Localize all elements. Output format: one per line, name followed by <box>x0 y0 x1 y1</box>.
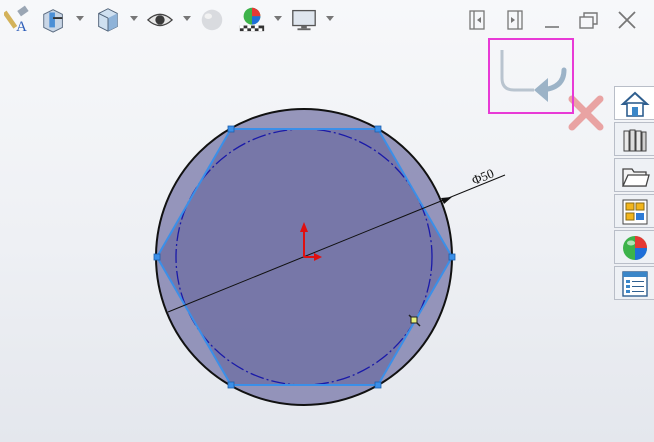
panel-left-icon[interactable] <box>464 8 490 32</box>
section-view-icon[interactable] <box>40 4 68 34</box>
custom-properties-icon <box>622 271 648 297</box>
view-palette-icon <box>622 199 648 225</box>
file-explorer-icon <box>621 168 650 187</box>
restore-icon[interactable] <box>576 8 602 32</box>
task-pane-tab-design-library[interactable] <box>614 122 654 156</box>
hide-show-eye-icon[interactable] <box>146 4 174 34</box>
diameter-dimension-text[interactable]: Φ50 <box>470 165 496 187</box>
cancel-x-icon[interactable] <box>568 95 604 131</box>
minimize-icon[interactable] <box>540 8 566 32</box>
task-pane-tab-custom-properties[interactable] <box>614 266 654 300</box>
hide-show-dropdown-icon[interactable] <box>183 16 191 22</box>
task-pane-tab-appearances[interactable] <box>614 230 654 264</box>
panel-right-icon[interactable] <box>502 8 528 32</box>
smart-dimension-icon[interactable]: A <box>4 4 32 34</box>
design-library-icon <box>623 129 647 152</box>
appearances-icon <box>623 236 647 260</box>
view-orientation-dropdown-icon[interactable] <box>130 16 138 22</box>
task-pane-tab-file-explorer[interactable] <box>614 158 654 192</box>
svg-text:A: A <box>16 19 27 34</box>
task-pane-tab-view-palette[interactable] <box>614 194 654 228</box>
task-pane-tab-home[interactable] <box>614 86 654 120</box>
edit-appearance-sphere-icon <box>201 9 223 31</box>
view-orientation-cube-icon[interactable] <box>94 4 122 34</box>
view-settings-monitor-icon[interactable] <box>290 4 318 34</box>
confirmation-corner-highlight <box>488 38 574 114</box>
apply-scene-dropdown-icon[interactable] <box>274 16 282 22</box>
exit-sketch-icon[interactable] <box>490 40 572 112</box>
heads-up-view-toolbar: A <box>0 0 654 40</box>
home-icon <box>620 91 650 117</box>
view-settings-dropdown-icon[interactable] <box>326 16 334 22</box>
section-view-dropdown-icon[interactable] <box>76 16 84 22</box>
task-pane-tabs <box>614 86 654 306</box>
apply-scene-icon[interactable] <box>238 4 266 34</box>
close-icon[interactable] <box>614 8 640 32</box>
